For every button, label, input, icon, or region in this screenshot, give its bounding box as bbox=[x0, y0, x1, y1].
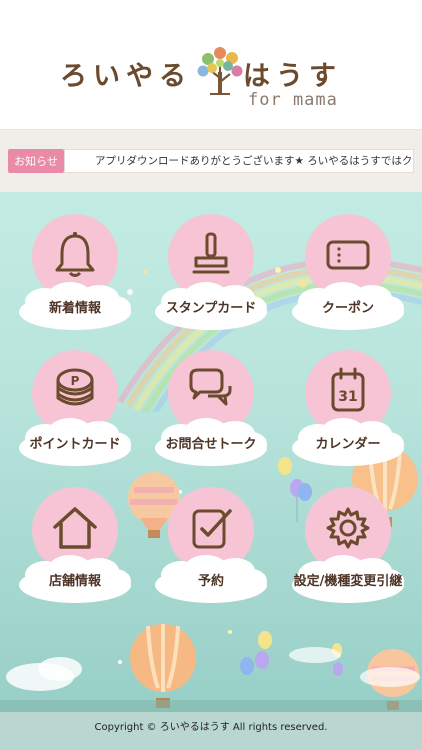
coupon-icon bbox=[326, 240, 370, 270]
menu-item-shop-info[interactable]: 店舗情報 bbox=[15, 487, 135, 607]
menu-item-label: カレンダー bbox=[315, 437, 381, 452]
menu-item-coupon[interactable]: クーポン bbox=[288, 214, 408, 334]
logo-text-left: ろいやる bbox=[60, 61, 192, 92]
menu-item-label: ポイントカード bbox=[29, 437, 121, 452]
tree-logo-icon bbox=[197, 47, 243, 95]
menu-item-inquiry-talk[interactable]: お問合せトーク bbox=[151, 350, 271, 470]
stamp-icon bbox=[192, 232, 230, 274]
svg-text:P: P bbox=[71, 374, 80, 388]
menu-item-stamp-card[interactable]: スタンプカード bbox=[151, 214, 271, 334]
home-icon bbox=[53, 507, 97, 549]
brand-logo: ろいやる はうす for mama bbox=[60, 44, 360, 114]
menu-item-point-card[interactable]: P ポイントカード bbox=[15, 350, 135, 470]
menu-item-label: 予約 bbox=[197, 574, 224, 589]
menu-item-label: スタンプカード bbox=[165, 301, 257, 316]
footer: Copyright © ろいやるはうす All rights reserved. bbox=[0, 700, 422, 750]
logo-subtitle: for mama bbox=[248, 90, 338, 110]
news-label-badge: お知らせ bbox=[8, 149, 64, 173]
settings-gear-icon bbox=[326, 507, 370, 549]
news-ticker[interactable]: アプリダウンロードありがとうございます★ ろいやるはうすではクー bbox=[64, 149, 414, 173]
menu-item-label: 新着情報 bbox=[48, 301, 101, 316]
svg-text:31: 31 bbox=[338, 389, 357, 405]
menu-item-news[interactable]: 新着情報 bbox=[15, 214, 135, 334]
menu-item-label: クーポン bbox=[321, 301, 374, 316]
menu-item-reservation[interactable]: 予約 bbox=[151, 487, 271, 607]
reservation-check-icon bbox=[192, 509, 232, 549]
logo-text-right: はうす bbox=[243, 61, 342, 92]
menu-background: 新着情報 スタンプカード クーポン P ポイントカード お問合せトーク 31 カレンダー店舗情… bbox=[0, 192, 422, 712]
menu-item-label: お問合せトーク bbox=[165, 437, 257, 452]
points-coin-icon: P bbox=[56, 368, 94, 406]
app-header: ろいやる はうす for mama bbox=[0, 0, 422, 130]
menu-item-settings[interactable]: 設定/機種変更引継 bbox=[288, 487, 408, 607]
copyright-text: Copyright © ろいやるはうす All rights reserved. bbox=[94, 721, 328, 733]
menu-item-calendar[interactable]: 31 カレンダー bbox=[288, 350, 408, 470]
menu-item-label: 店舗情報 bbox=[48, 574, 101, 589]
menu-item-label: 設定/機種変更引継 bbox=[293, 574, 403, 589]
calendar-icon: 31 bbox=[331, 367, 365, 412]
chat-bubbles-icon bbox=[189, 368, 232, 406]
bell-icon bbox=[55, 232, 95, 277]
